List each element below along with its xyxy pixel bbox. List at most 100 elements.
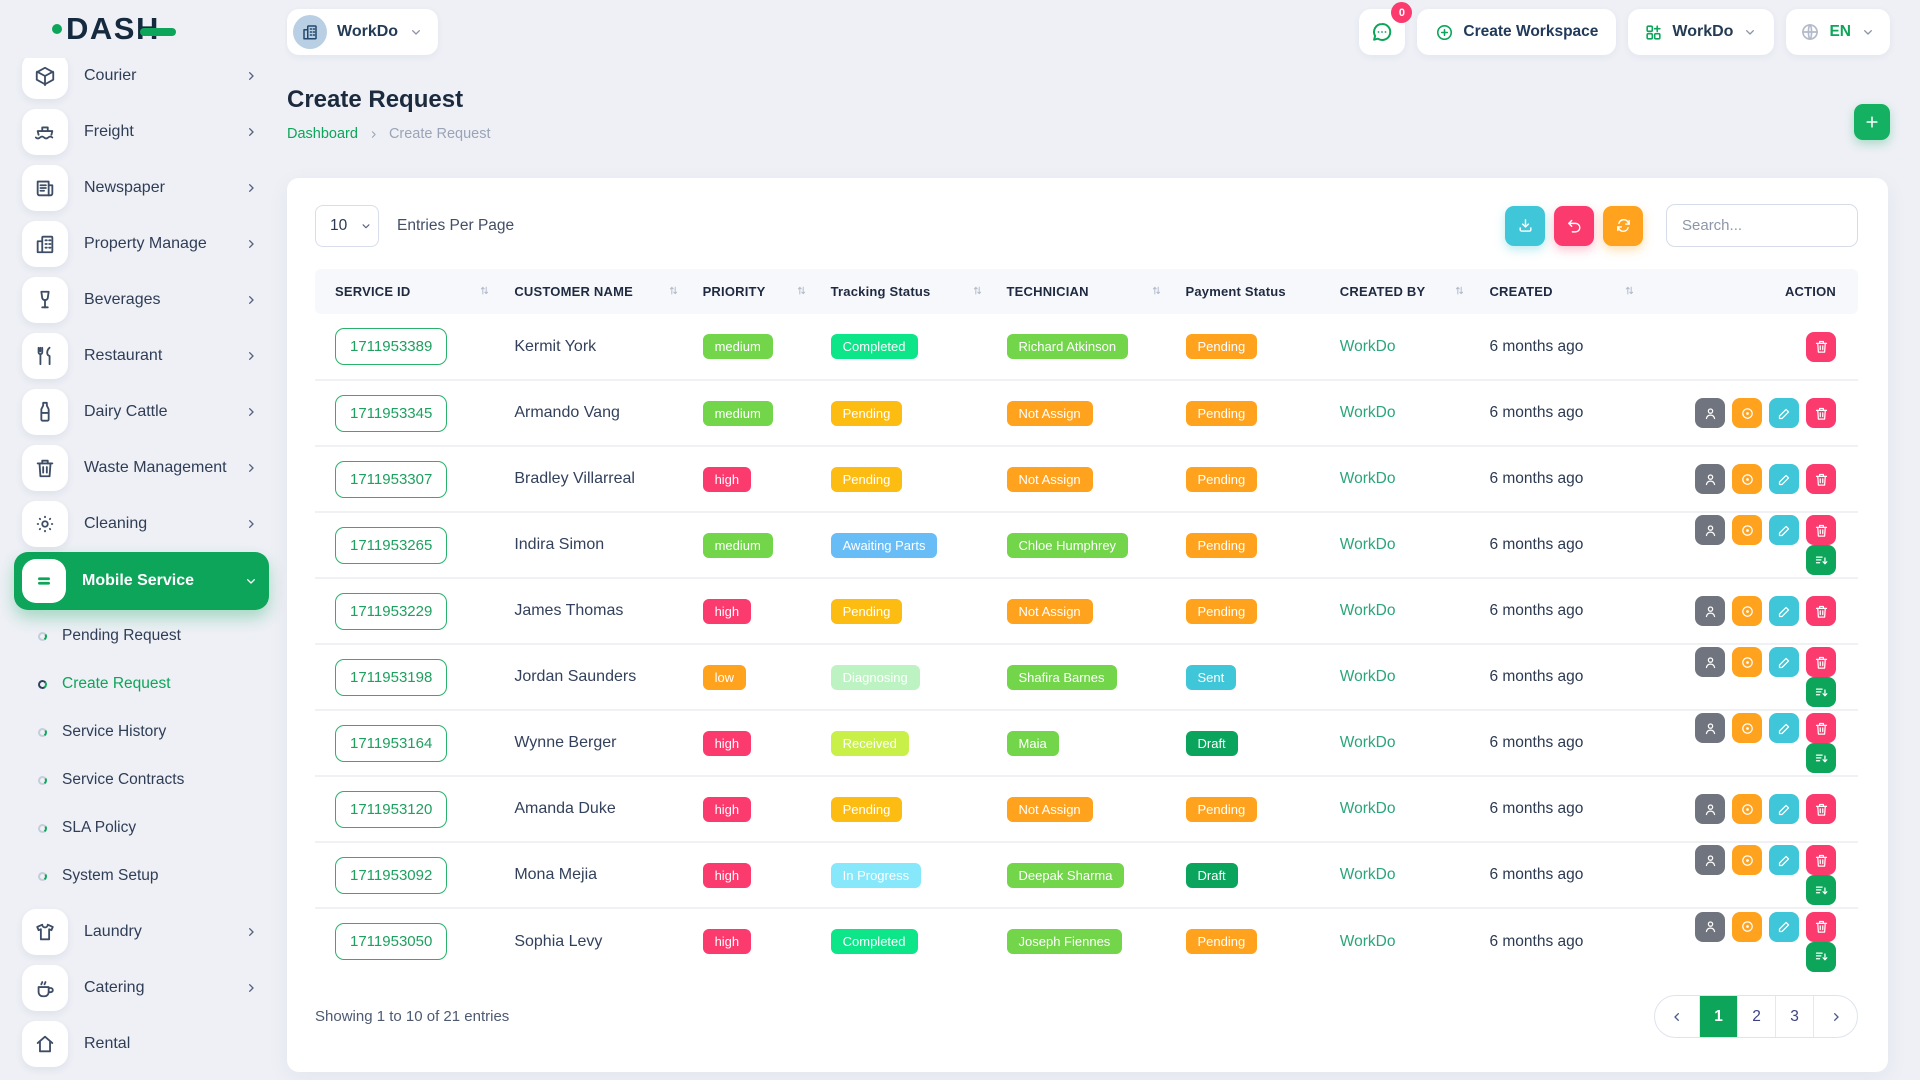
edit-button[interactable]	[1769, 912, 1799, 942]
reset-button[interactable]	[1554, 206, 1594, 246]
sort-icon[interactable]	[1149, 283, 1164, 301]
search-input[interactable]	[1666, 204, 1858, 247]
sidebar-item-laundry[interactable]: Laundry	[14, 904, 269, 960]
workspace-selector[interactable]: WorkDo	[287, 9, 438, 55]
delete-button[interactable]	[1806, 794, 1836, 824]
view-button[interactable]	[1732, 596, 1762, 626]
breadcrumb-dashboard-link[interactable]: Dashboard	[287, 126, 358, 142]
sidebar-subitem-sla-policy[interactable]: SLA Policy	[14, 804, 269, 852]
service-id-badge[interactable]: 1711953265	[335, 527, 447, 564]
delete-button[interactable]	[1806, 912, 1836, 942]
sidebar-item-property-manage[interactable]: Property Manage	[14, 216, 269, 272]
created-by-link[interactable]: WorkDo	[1340, 933, 1396, 950]
page-3-button[interactable]: 3	[1775, 996, 1813, 1037]
invoice-button[interactable]	[1806, 743, 1836, 773]
column-header-priority[interactable]: PRIORITY	[695, 269, 823, 314]
add-request-button[interactable]	[1854, 104, 1890, 140]
delete-button[interactable]	[1806, 464, 1836, 494]
delete-button[interactable]	[1806, 713, 1836, 743]
language-selector[interactable]: EN	[1786, 9, 1890, 55]
sidebar-item-waste-management[interactable]: Waste Management	[14, 440, 269, 496]
invoice-button[interactable]	[1806, 875, 1836, 905]
sidebar-item-catering[interactable]: Catering	[14, 960, 269, 1016]
assign-button[interactable]	[1695, 647, 1725, 677]
sidebar-subitem-system-setup[interactable]: System Setup	[14, 852, 269, 900]
sidebar-item-newspaper[interactable]: Newspaper	[14, 160, 269, 216]
sort-icon[interactable]	[666, 283, 681, 301]
sidebar-item-dairy-cattle[interactable]: Dairy Cattle	[14, 384, 269, 440]
delete-button[interactable]	[1806, 596, 1836, 626]
assign-button[interactable]	[1695, 596, 1725, 626]
export-button[interactable]	[1505, 206, 1545, 246]
column-header-customer-name[interactable]: CUSTOMER NAME	[506, 269, 694, 314]
service-id-badge[interactable]: 1711953092	[335, 857, 447, 894]
sidebar-item-restaurant[interactable]: Restaurant	[14, 328, 269, 384]
sidebar-item-freight[interactable]: Freight	[14, 104, 269, 160]
service-id-badge[interactable]: 1711953307	[335, 461, 447, 498]
workdo-apps-menu[interactable]: WorkDo	[1628, 9, 1774, 55]
sidebar-item-mobile-service[interactable]: Mobile Service	[14, 552, 269, 610]
service-id-badge[interactable]: 1711953164	[335, 725, 447, 762]
view-button[interactable]	[1732, 647, 1762, 677]
assign-button[interactable]	[1695, 464, 1725, 494]
created-by-link[interactable]: WorkDo	[1340, 404, 1396, 421]
page-2-button[interactable]: 2	[1737, 996, 1775, 1037]
column-header-technician[interactable]: TECHNICIAN	[999, 269, 1178, 314]
delete-button[interactable]	[1806, 647, 1836, 677]
edit-button[interactable]	[1769, 647, 1799, 677]
delete-button[interactable]	[1806, 332, 1836, 362]
created-by-link[interactable]: WorkDo	[1340, 536, 1396, 553]
service-id-badge[interactable]: 1711953389	[335, 328, 447, 365]
sort-icon[interactable]	[1622, 283, 1637, 301]
service-id-badge[interactable]: 1711953229	[335, 593, 447, 630]
view-button[interactable]	[1732, 464, 1762, 494]
service-id-badge[interactable]: 1711953050	[335, 923, 447, 960]
sidebar-subitem-create-request[interactable]: Create Request	[14, 660, 269, 708]
assign-button[interactable]	[1695, 398, 1725, 428]
delete-button[interactable]	[1806, 398, 1836, 428]
assign-button[interactable]	[1695, 515, 1725, 545]
sidebar-item-beverages[interactable]: Beverages	[14, 272, 269, 328]
sidebar-subitem-service-history[interactable]: Service History	[14, 708, 269, 756]
created-by-link[interactable]: WorkDo	[1340, 470, 1396, 487]
created-by-link[interactable]: WorkDo	[1340, 602, 1396, 619]
column-header-tracking-status[interactable]: Tracking Status	[823, 269, 999, 314]
invoice-button[interactable]	[1806, 677, 1836, 707]
edit-button[interactable]	[1769, 515, 1799, 545]
created-by-link[interactable]: WorkDo	[1340, 800, 1396, 817]
entries-per-page-select[interactable]: 10	[315, 205, 379, 247]
sort-icon[interactable]	[1452, 283, 1467, 301]
view-button[interactable]	[1732, 794, 1762, 824]
view-button[interactable]	[1732, 515, 1762, 545]
brand-logo[interactable]: DASH	[52, 11, 176, 47]
page-1-button[interactable]: 1	[1699, 996, 1737, 1037]
created-by-link[interactable]: WorkDo	[1340, 338, 1396, 355]
sidebar-item-cleaning[interactable]: Cleaning	[14, 496, 269, 552]
edit-button[interactable]	[1769, 794, 1799, 824]
sidebar-subitem-pending-request[interactable]: Pending Request	[14, 612, 269, 660]
prev-page-button[interactable]	[1655, 996, 1699, 1037]
edit-button[interactable]	[1769, 845, 1799, 875]
sort-icon[interactable]	[970, 283, 985, 301]
edit-button[interactable]	[1769, 464, 1799, 494]
sort-icon[interactable]	[477, 283, 492, 301]
view-button[interactable]	[1732, 398, 1762, 428]
invoice-button[interactable]	[1806, 545, 1836, 575]
refresh-button[interactable]	[1603, 206, 1643, 246]
create-workspace-button[interactable]: Create Workspace	[1417, 9, 1616, 55]
invoice-button[interactable]	[1806, 942, 1836, 972]
column-header-created[interactable]: CREATED	[1481, 269, 1651, 314]
assign-button[interactable]	[1695, 794, 1725, 824]
edit-button[interactable]	[1769, 596, 1799, 626]
sidebar-item-rental[interactable]: Rental	[14, 1016, 269, 1072]
service-id-badge[interactable]: 1711953120	[335, 791, 447, 828]
next-page-button[interactable]	[1813, 996, 1857, 1037]
delete-button[interactable]	[1806, 515, 1836, 545]
delete-button[interactable]	[1806, 845, 1836, 875]
column-header-created-by[interactable]: CREATED BY	[1332, 269, 1482, 314]
edit-button[interactable]	[1769, 713, 1799, 743]
assign-button[interactable]	[1695, 845, 1725, 875]
sort-icon[interactable]	[794, 283, 809, 301]
created-by-link[interactable]: WorkDo	[1340, 866, 1396, 883]
assign-button[interactable]	[1695, 912, 1725, 942]
